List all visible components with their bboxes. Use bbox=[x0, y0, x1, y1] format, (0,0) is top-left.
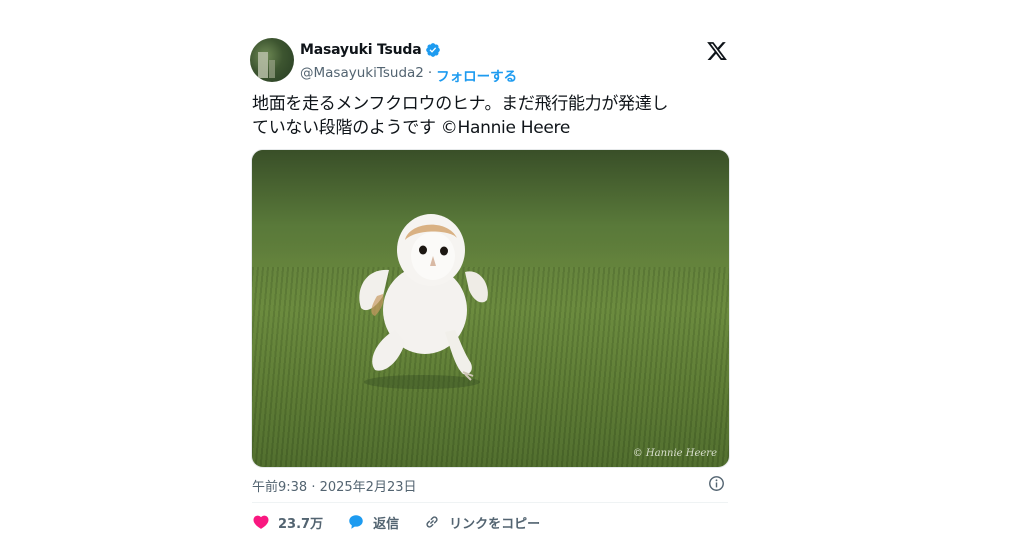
verified-badge-icon bbox=[426, 43, 441, 57]
x-logo-icon[interactable] bbox=[706, 40, 728, 62]
like-count: 23.7万 bbox=[278, 516, 324, 532]
avatar[interactable] bbox=[250, 38, 294, 82]
tweet-meta-row: 午前9:38 · 2025年2月23日 bbox=[252, 474, 728, 495]
tweet-timestamp[interactable]: 午前9:38 · 2025年2月23日 bbox=[252, 476, 417, 495]
owl-chick-image bbox=[359, 214, 488, 389]
tweet-text-line-2: ていない段階のようです ©Hannie Heere bbox=[252, 118, 571, 138]
reply-bubble-icon bbox=[349, 515, 363, 529]
copy-link-label: リンクをコピー bbox=[449, 516, 541, 532]
divider bbox=[252, 502, 728, 503]
handle-row: @MasayukiTsuda2 · フォローする bbox=[300, 65, 517, 85]
link-icon bbox=[426, 516, 438, 528]
copy-link-button[interactable]: リンクをコピー bbox=[423, 513, 540, 532]
tweet-text: 地面を走るメンフクロウのヒナ。まだ飛行能力が発達し ていない段階のようです ©H… bbox=[252, 92, 722, 140]
tweet-actions: 23.7万 返信 リンクをコピー bbox=[252, 511, 564, 533]
reply-button[interactable]: 返信 bbox=[347, 513, 399, 532]
tweet-photo[interactable]: © Hannie Heere bbox=[251, 149, 730, 468]
reply-label: 返信 bbox=[373, 516, 400, 532]
author-name-row: Masayuki Tsuda bbox=[300, 42, 441, 58]
like-button[interactable]: 23.7万 bbox=[252, 513, 323, 532]
follow-button[interactable]: フォローする bbox=[436, 65, 517, 85]
photo-watermark: © Hannie Heere bbox=[632, 448, 717, 459]
tweet-text-line-1: 地面を走るメンフクロウのヒナ。まだ飛行能力が発達し bbox=[252, 94, 669, 114]
tweet-card: Masayuki Tsuda @MasayukiTsuda2 · フォローする … bbox=[240, 28, 730, 539]
author-handle[interactable]: @MasayukiTsuda2 bbox=[300, 65, 424, 85]
author-name[interactable]: Masayuki Tsuda bbox=[300, 42, 422, 58]
tweet-header: Masayuki Tsuda @MasayukiTsuda2 · フォローする bbox=[250, 36, 730, 85]
separator-dot: · bbox=[427, 65, 433, 81]
info-icon[interactable] bbox=[708, 475, 725, 492]
heart-icon bbox=[253, 515, 269, 529]
